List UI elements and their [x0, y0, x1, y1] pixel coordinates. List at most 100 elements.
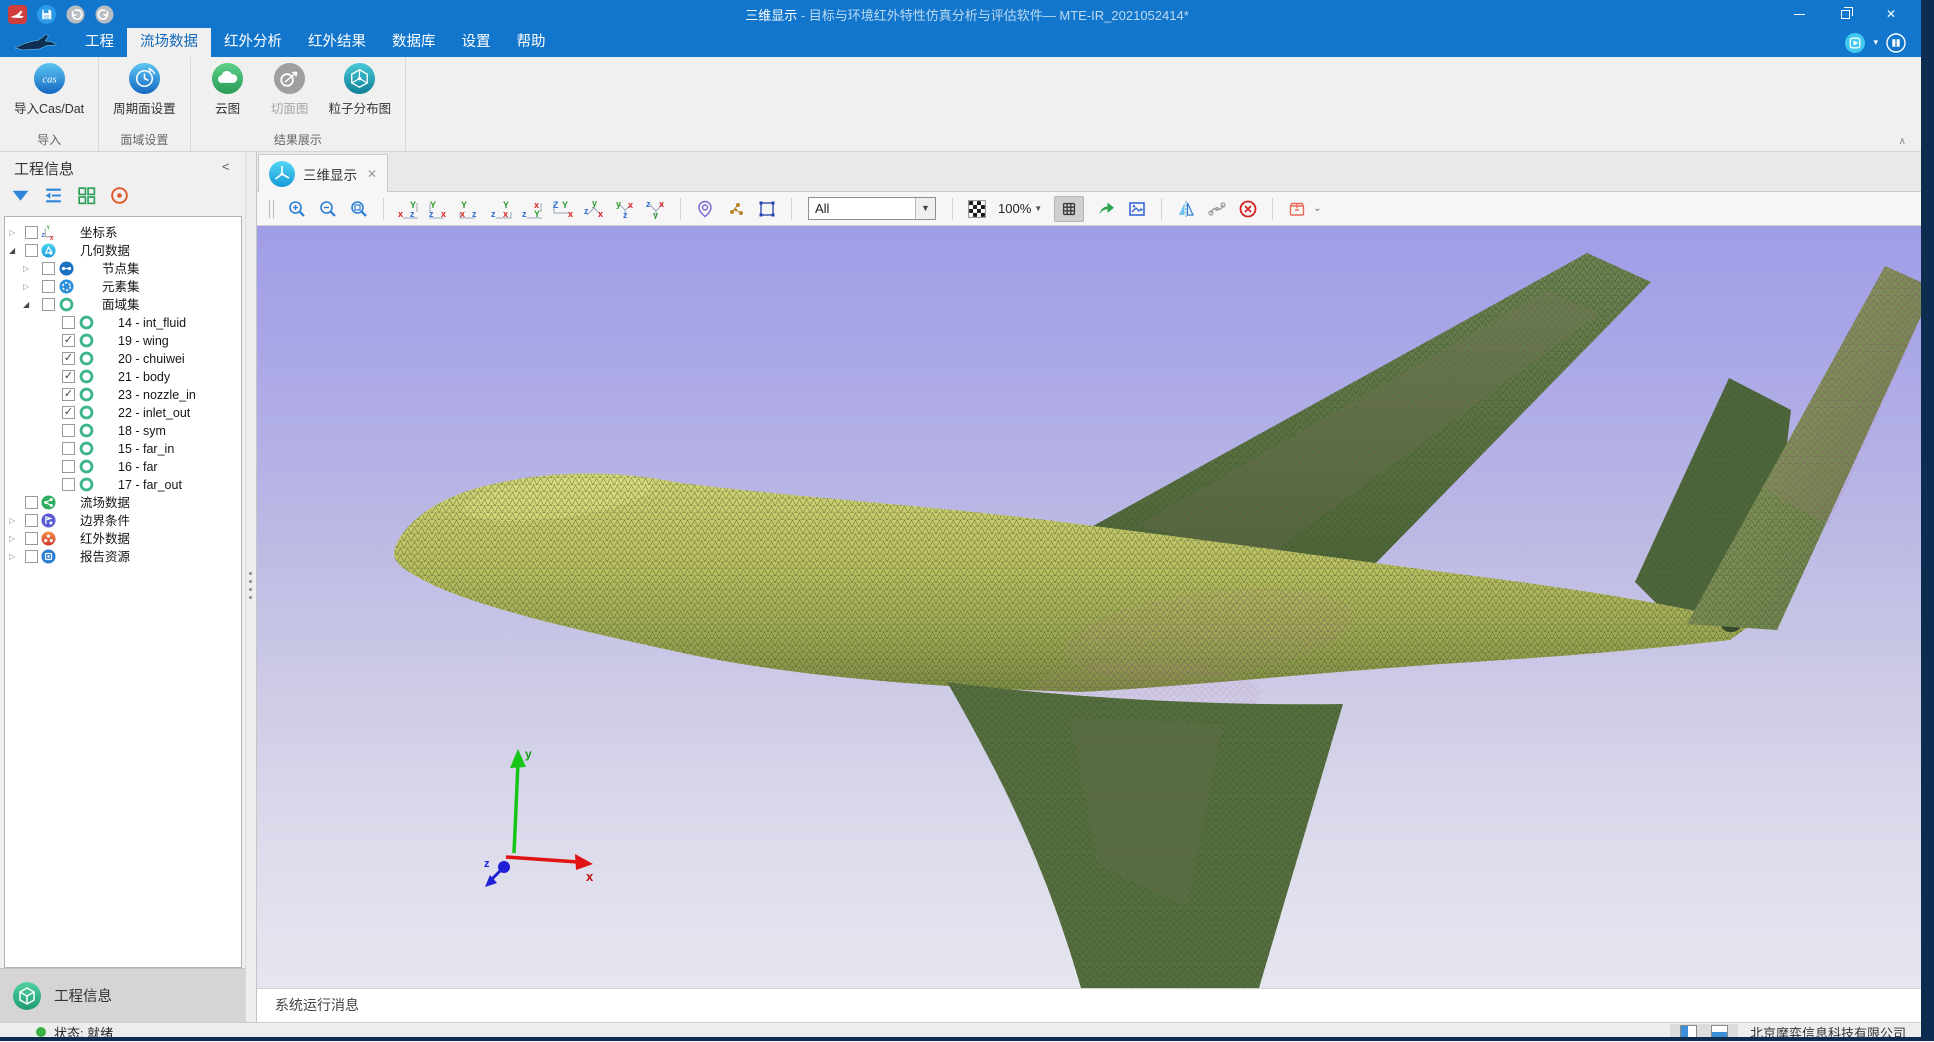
tree-expand-right-icon[interactable]: ▷ [9, 224, 15, 242]
snapshot-icon[interactable] [1125, 197, 1149, 221]
menu-tab-1[interactable]: 工程 [72, 28, 127, 57]
tree-checkbox[interactable] [25, 532, 38, 545]
tree-checkbox[interactable]: ✓ [62, 388, 75, 401]
close-icon[interactable]: ✕ [1868, 0, 1914, 28]
ribbon-button-periodic-face[interactable]: 周期面设置 [113, 62, 176, 117]
minimize-icon[interactable] [1776, 0, 1822, 28]
tree-item-11[interactable]: ✓22 - inlet_out [5, 404, 241, 422]
tree-item-15[interactable]: 17 - far_out [5, 476, 241, 494]
tree-checkbox[interactable]: ✓ [62, 352, 75, 365]
archive-dropdown-caret[interactable]: ⌄ [1313, 203, 1321, 214]
filter-icon[interactable] [10, 185, 31, 206]
save-icon[interactable] [37, 5, 56, 24]
tree-item-7[interactable]: ✓19 - wing [5, 332, 241, 350]
tree-item-8[interactable]: ✓20 - chuiwei [5, 350, 241, 368]
ribbon-button-cas[interactable]: cas导入Cas/Dat [14, 62, 84, 117]
zoom-level-dropdown[interactable]: 100%▼ [998, 201, 1042, 216]
ribbon-button-section-plane[interactable]: 切面图 [267, 62, 313, 117]
ribbon-collapse-icon[interactable]: ∧ [1899, 136, 1906, 147]
panel-collapse-icon[interactable]: < [222, 159, 230, 174]
tree-checkbox[interactable] [62, 316, 75, 329]
tree-item-1[interactable]: ▷YZX坐标系 [5, 224, 241, 242]
tree-expand-right-icon[interactable]: ▷ [23, 260, 29, 278]
archive-box-icon[interactable] [1285, 197, 1309, 221]
tree-item-9[interactable]: ✓21 - body [5, 368, 241, 386]
box-select-icon[interactable] [755, 197, 779, 221]
tree-item-18[interactable]: ▷红外数据 [5, 530, 241, 548]
tree-item-17[interactable]: ▷边界条件 [5, 512, 241, 530]
menu-tab-2[interactable]: 流场数据 [127, 28, 211, 57]
tree-item-6[interactable]: 14 - int_fluid [5, 314, 241, 332]
view-axis-6-icon[interactable]: ZYx [551, 197, 575, 221]
tree-checkbox[interactable] [42, 280, 55, 293]
menu-tab-7[interactable]: 帮助 [504, 28, 559, 57]
tab-close-icon[interactable]: ✕ [367, 167, 377, 181]
tree-checkbox[interactable] [62, 442, 75, 455]
view-axis-1-icon[interactable]: xzY [396, 197, 420, 221]
tree-checkbox[interactable] [62, 478, 75, 491]
tree-item-2[interactable]: ◢几何数据 [5, 242, 241, 260]
toolbar-drag-handle[interactable] [269, 200, 274, 218]
help-book-icon[interactable] [1886, 33, 1906, 53]
zoom-in-icon[interactable] [285, 197, 309, 221]
locate-icon[interactable] [109, 185, 130, 206]
run-dropdown-caret-icon[interactable]: ▾ [1873, 37, 1878, 48]
tab-3d-view[interactable]: 三维显示 ✕ [258, 154, 388, 192]
redo-icon[interactable] [95, 5, 114, 24]
tree-checkbox[interactable]: ✓ [62, 406, 75, 419]
transparency-checker-icon[interactable] [965, 197, 989, 221]
undo-icon[interactable] [66, 5, 85, 24]
grid-view-icon[interactable] [76, 185, 97, 206]
run-icon[interactable] [1845, 33, 1865, 53]
display-filter-select[interactable]: All▼ [808, 197, 936, 220]
tree-item-3[interactable]: ▷节点集 [5, 260, 241, 278]
export-arrow-icon[interactable] [1094, 197, 1118, 221]
menu-tab-5[interactable]: 数据库 [379, 28, 449, 57]
view-axis-9-icon[interactable]: zxy [644, 197, 668, 221]
tree-checkbox[interactable] [25, 550, 38, 563]
list-settings-icon[interactable] [43, 185, 64, 206]
tree-expand-right-icon[interactable]: ▷ [9, 512, 15, 530]
tree-item-13[interactable]: 15 - far_in [5, 440, 241, 458]
menu-tab-4[interactable]: 红外结果 [295, 28, 379, 57]
tree-checkbox[interactable] [42, 298, 55, 311]
ribbon-button-particle-distribution[interactable]: 粒子分布图 [329, 62, 392, 117]
zoom-fit-icon[interactable] [347, 197, 371, 221]
zoom-out-icon[interactable] [316, 197, 340, 221]
tree-item-4[interactable]: ▷元素集 [5, 278, 241, 296]
view-axis-5-icon[interactable]: zYx [520, 197, 544, 221]
tree-checkbox[interactable] [42, 262, 55, 275]
tree-expand-right-icon[interactable]: ▷ [9, 530, 15, 548]
tree-checkbox[interactable]: ✓ [62, 334, 75, 347]
view-axis-4-icon[interactable]: zxY [489, 197, 513, 221]
tree-expand-right-icon[interactable]: ▷ [23, 278, 29, 296]
view-axis-2-icon[interactable]: zxY [427, 197, 451, 221]
tree-checkbox[interactable] [25, 514, 38, 527]
tree-expand-down-icon[interactable]: ◢ [9, 242, 15, 260]
tree-item-19[interactable]: ▷报告资源 [5, 548, 241, 566]
view-axis-3-icon[interactable]: xzY [458, 197, 482, 221]
particle-trace-icon[interactable] [724, 197, 748, 221]
panel-footer-tab[interactable]: 工程信息 [0, 968, 245, 1022]
tree-checkbox[interactable] [25, 496, 38, 509]
maximize-icon[interactable] [1822, 0, 1868, 28]
tree-item-5[interactable]: ◢面域集 [5, 296, 241, 314]
view-axis-8-icon[interactable]: yxz [613, 197, 637, 221]
delete-icon[interactable] [1236, 197, 1260, 221]
tree-checkbox[interactable]: ✓ [62, 370, 75, 383]
menu-tab-3[interactable]: 红外分析 [211, 28, 295, 57]
tree-item-14[interactable]: 16 - far [5, 458, 241, 476]
panel-splitter[interactable] [245, 152, 257, 1022]
combo-dropdown-arrow-icon[interactable]: ▼ [915, 198, 935, 219]
probe-pin-icon[interactable] [693, 197, 717, 221]
tree-checkbox[interactable] [62, 424, 75, 437]
tree-item-16[interactable]: 流场数据 [5, 494, 241, 512]
spline-icon[interactable] [1205, 197, 1229, 221]
view-axis-7-icon[interactable]: zyx [582, 197, 606, 221]
menu-tab-6[interactable]: 设置 [449, 28, 504, 57]
app-icon[interactable] [8, 5, 27, 24]
tree-checkbox[interactable] [62, 460, 75, 473]
grid-toggle-button[interactable] [1054, 196, 1084, 222]
ribbon-button-contour-cloud[interactable]: 云图 [205, 62, 251, 117]
mirror-icon[interactable] [1174, 197, 1198, 221]
